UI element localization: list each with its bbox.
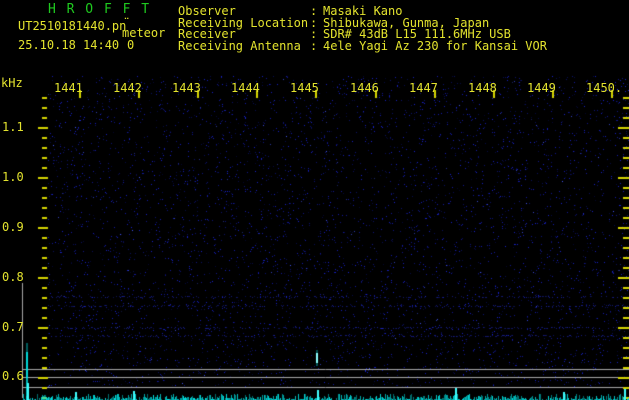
- freq-axis-unit-label: kHz: [1, 76, 23, 90]
- time-axis-label: 1445: [290, 81, 319, 95]
- time-axis-label: 1448: [468, 81, 497, 95]
- freq-axis-label: 0.7: [2, 320, 24, 334]
- freq-axis-label: 0.9: [2, 220, 24, 234]
- app-title: H R O F F T: [48, 2, 151, 17]
- freq-axis-label: 0.8: [2, 270, 24, 284]
- info-label: Receiving Antenna: [178, 38, 301, 53]
- station-info: Observer : Masaki Kano Receiving Locatio…: [178, 4, 547, 53]
- time-axis-label: 1447: [409, 81, 438, 95]
- freq-axis-label: 1.0: [2, 170, 24, 184]
- info-row-location: Receiving Location : Shibukawa, Gunma, J…: [178, 16, 547, 30]
- info-row-observer: Observer : Masaki Kano: [178, 4, 547, 18]
- time-axis-label: 1446: [350, 81, 379, 95]
- info-row-receiver: Receiver : SDR# 43dB L15 111.6MHz USB: [178, 27, 547, 41]
- info-colon: :: [310, 38, 318, 53]
- freq-axis-label: 0.6: [2, 369, 24, 383]
- time-axis-label: 1441: [54, 81, 83, 95]
- info-row-antenna: Receiving Antenna : 4ele Yagi Az 230 for…: [178, 38, 547, 53]
- observation-datetime: 25.10.18 14:40: [18, 38, 120, 52]
- time-axis-label: 1444: [231, 81, 260, 95]
- output-filename: UT2510181440.pn: [18, 19, 127, 33]
- time-axis-label: 1442: [113, 81, 142, 95]
- info-value: 4ele Yagi Az 230 for Kansai VOR: [323, 38, 547, 53]
- freq-axis-label: 1.1: [2, 120, 24, 134]
- time-axis-label: 1449: [527, 81, 556, 95]
- echo-count: 0: [127, 38, 135, 52]
- time-axis-label: 1443: [172, 81, 201, 95]
- hrofft-screen: H R O F F T UT2510181440.pn ¨ meteor 25.…: [0, 0, 629, 400]
- time-axis-label: 1450.: [586, 81, 623, 95]
- spectrogram-canvas: [0, 0, 629, 400]
